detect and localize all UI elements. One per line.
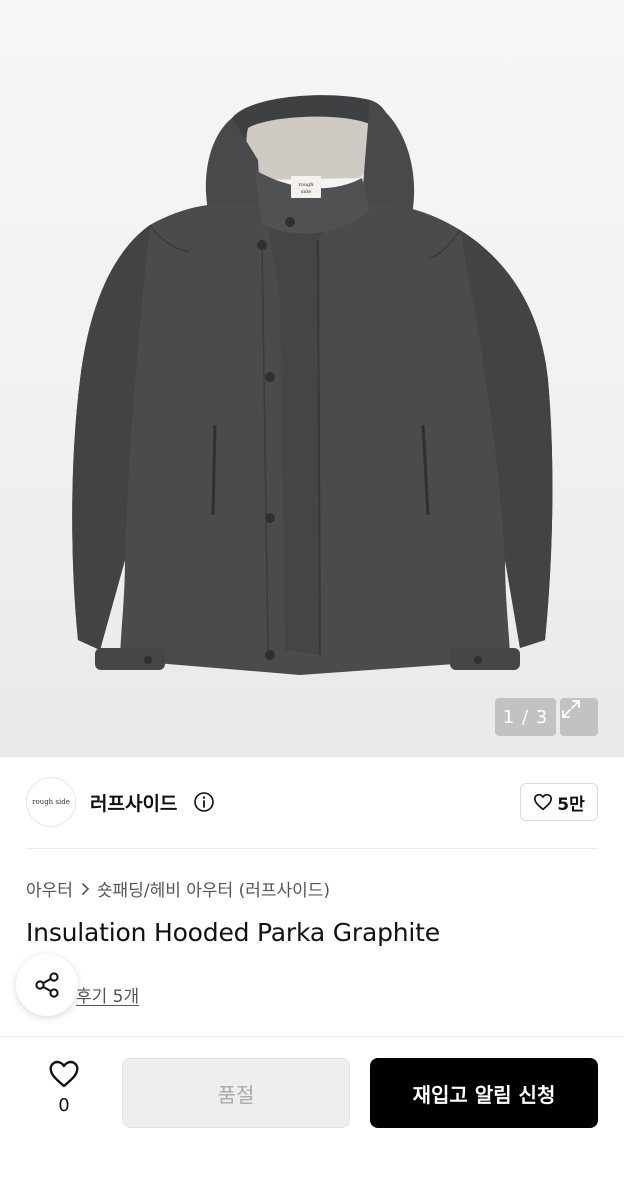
wishlist-count: 0: [58, 1095, 70, 1116]
soldout-button: 품절: [122, 1058, 350, 1128]
info-icon[interactable]: [194, 792, 214, 812]
garment-tag-text: rough: [298, 182, 314, 188]
review-link[interactable]: 후기 5개: [76, 982, 139, 1007]
share-button[interactable]: [16, 954, 78, 1016]
image-counter: 1 / 3: [495, 698, 556, 736]
bottom-action-bar: 0 품절 재입고 알림 신청: [0, 1036, 624, 1200]
expand-icon: [562, 700, 580, 718]
divider: [26, 848, 598, 849]
brand-row: rough side 러프사이드 5만: [26, 776, 598, 830]
brand-like-button[interactable]: 5만: [520, 783, 598, 821]
breadcrumb-subcategory[interactable]: 숏패딩/헤비 아우터 (러프사이드): [97, 876, 330, 901]
product-image-gallery[interactable]: rough side 1 / 3: [0, 0, 624, 757]
share-icon: [35, 972, 59, 998]
wishlist-button[interactable]: 0: [40, 1059, 88, 1129]
breadcrumb: 아우터 숏패딩/헤비 아우터 (러프사이드): [26, 876, 330, 901]
garment-tag-text: side: [301, 189, 311, 195]
heart-icon: [534, 793, 553, 811]
breadcrumb-category[interactable]: 아우터: [26, 876, 73, 901]
heart-icon: [49, 1060, 79, 1088]
brand-name[interactable]: 러프사이드: [90, 789, 177, 816]
chevron-right-icon: [82, 882, 90, 895]
brand-logo[interactable]: rough side: [26, 777, 76, 827]
brand-like-count: 5만: [557, 794, 585, 815]
product-image: rough side: [72, 95, 553, 675]
brand-logo-text: rough side: [32, 798, 70, 806]
expand-button[interactable]: [560, 698, 598, 736]
restock-alert-button[interactable]: 재입고 알림 신청: [370, 1058, 598, 1128]
product-title: Insulation Hooded Parka Graphite: [26, 918, 440, 947]
